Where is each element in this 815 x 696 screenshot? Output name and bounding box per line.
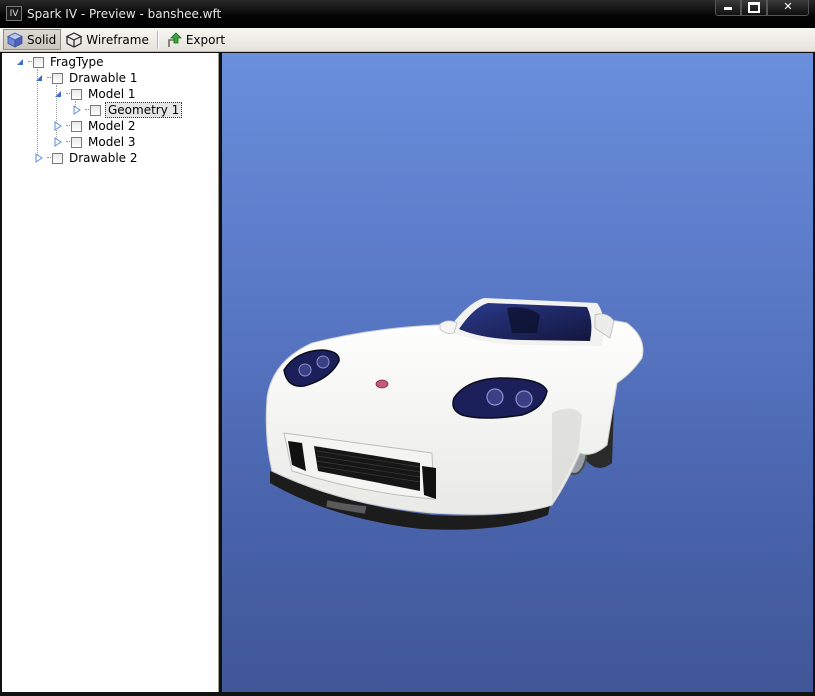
tree-checkbox[interactable]: [71, 120, 82, 132]
tree-item-model-2[interactable]: Model 2: [53, 118, 137, 134]
title-bar[interactable]: IV Spark IV - Preview - banshee.wft ✕: [0, 0, 815, 28]
tree-dash: [47, 77, 51, 79]
preview-window: IV Spark IV - Preview - banshee.wft ✕ So…: [0, 0, 815, 696]
close-button[interactable]: ✕: [767, 0, 809, 16]
tree-checkbox[interactable]: [33, 56, 44, 68]
tree-item-label-selected: Geometry 1: [105, 102, 183, 118]
tree-item-label: Drawable 1: [69, 71, 138, 85]
tree-checkbox[interactable]: [52, 152, 63, 164]
solid-cube-icon: [7, 32, 23, 48]
window-border-left: [0, 53, 2, 692]
tree-checkbox[interactable]: [90, 104, 101, 116]
wireframe-cube-icon: [65, 31, 83, 48]
tree-dash: [85, 109, 89, 111]
expanded-arrow-icon[interactable]: [53, 89, 63, 99]
wireframe-button[interactable]: Wireframe: [63, 29, 153, 50]
tree-dash: [66, 141, 70, 143]
maximize-icon: [748, 2, 760, 13]
window-controls: ✕: [715, 0, 809, 16]
tree-dash: [66, 93, 70, 95]
tree-dash: [66, 125, 70, 127]
export-label: Export: [185, 32, 226, 47]
collapsed-arrow-icon[interactable]: [72, 105, 82, 115]
collapsed-arrow-icon[interactable]: [53, 137, 63, 147]
wireframe-label: Wireframe: [86, 32, 149, 47]
window-border-bottom: [0, 692, 815, 696]
tree-item-model-1[interactable]: Model 1: [53, 86, 137, 102]
car-model-render: [265, 298, 644, 530]
toolbar: Solid Wireframe Export: [0, 28, 815, 52]
export-arrow-icon: [168, 31, 182, 47]
tree-item-label: Drawable 2: [69, 151, 138, 165]
tree-item-label: Model 2: [88, 119, 136, 133]
collapsed-arrow-icon[interactable]: [34, 153, 44, 163]
tree-checkbox[interactable]: [71, 88, 82, 100]
app-icon: IV: [6, 6, 22, 21]
tree-checkbox[interactable]: [71, 136, 82, 148]
tree-item-geometry-1[interactable]: Geometry 1: [72, 102, 183, 118]
solid-button[interactable]: Solid: [3, 29, 62, 50]
export-button[interactable]: Export: [163, 29, 229, 50]
tree-item-drawable-1[interactable]: Drawable 1: [34, 70, 139, 86]
window-title: Spark IV - Preview - banshee.wft: [27, 7, 222, 21]
model-tree[interactable]: FragType Drawable 1 Model 1 Geometry 1 M…: [2, 53, 219, 692]
minimize-icon: [724, 7, 732, 10]
collapsed-arrow-icon[interactable]: [53, 121, 63, 131]
solid-label: Solid: [27, 32, 57, 47]
tree-item-drawable-2[interactable]: Drawable 2: [34, 150, 139, 166]
3d-viewport[interactable]: [222, 53, 813, 692]
tree-item-label: Model 1: [88, 87, 136, 101]
close-icon: ✕: [783, 0, 793, 13]
tree-dash: [28, 61, 32, 63]
tree-item-label: Model 3: [88, 135, 136, 149]
tree-dash: [47, 157, 51, 159]
tree-item-model-3[interactable]: Model 3: [53, 134, 137, 150]
tree-item-fragtype[interactable]: FragType: [15, 54, 106, 70]
tree-checkbox[interactable]: [52, 72, 63, 84]
expanded-arrow-icon[interactable]: [15, 57, 25, 67]
minimize-button[interactable]: [715, 0, 741, 16]
expanded-arrow-icon[interactable]: [34, 73, 44, 83]
maximize-button[interactable]: [741, 0, 767, 16]
toolbar-separator: [156, 30, 159, 49]
tree-item-label: FragType: [50, 55, 104, 69]
